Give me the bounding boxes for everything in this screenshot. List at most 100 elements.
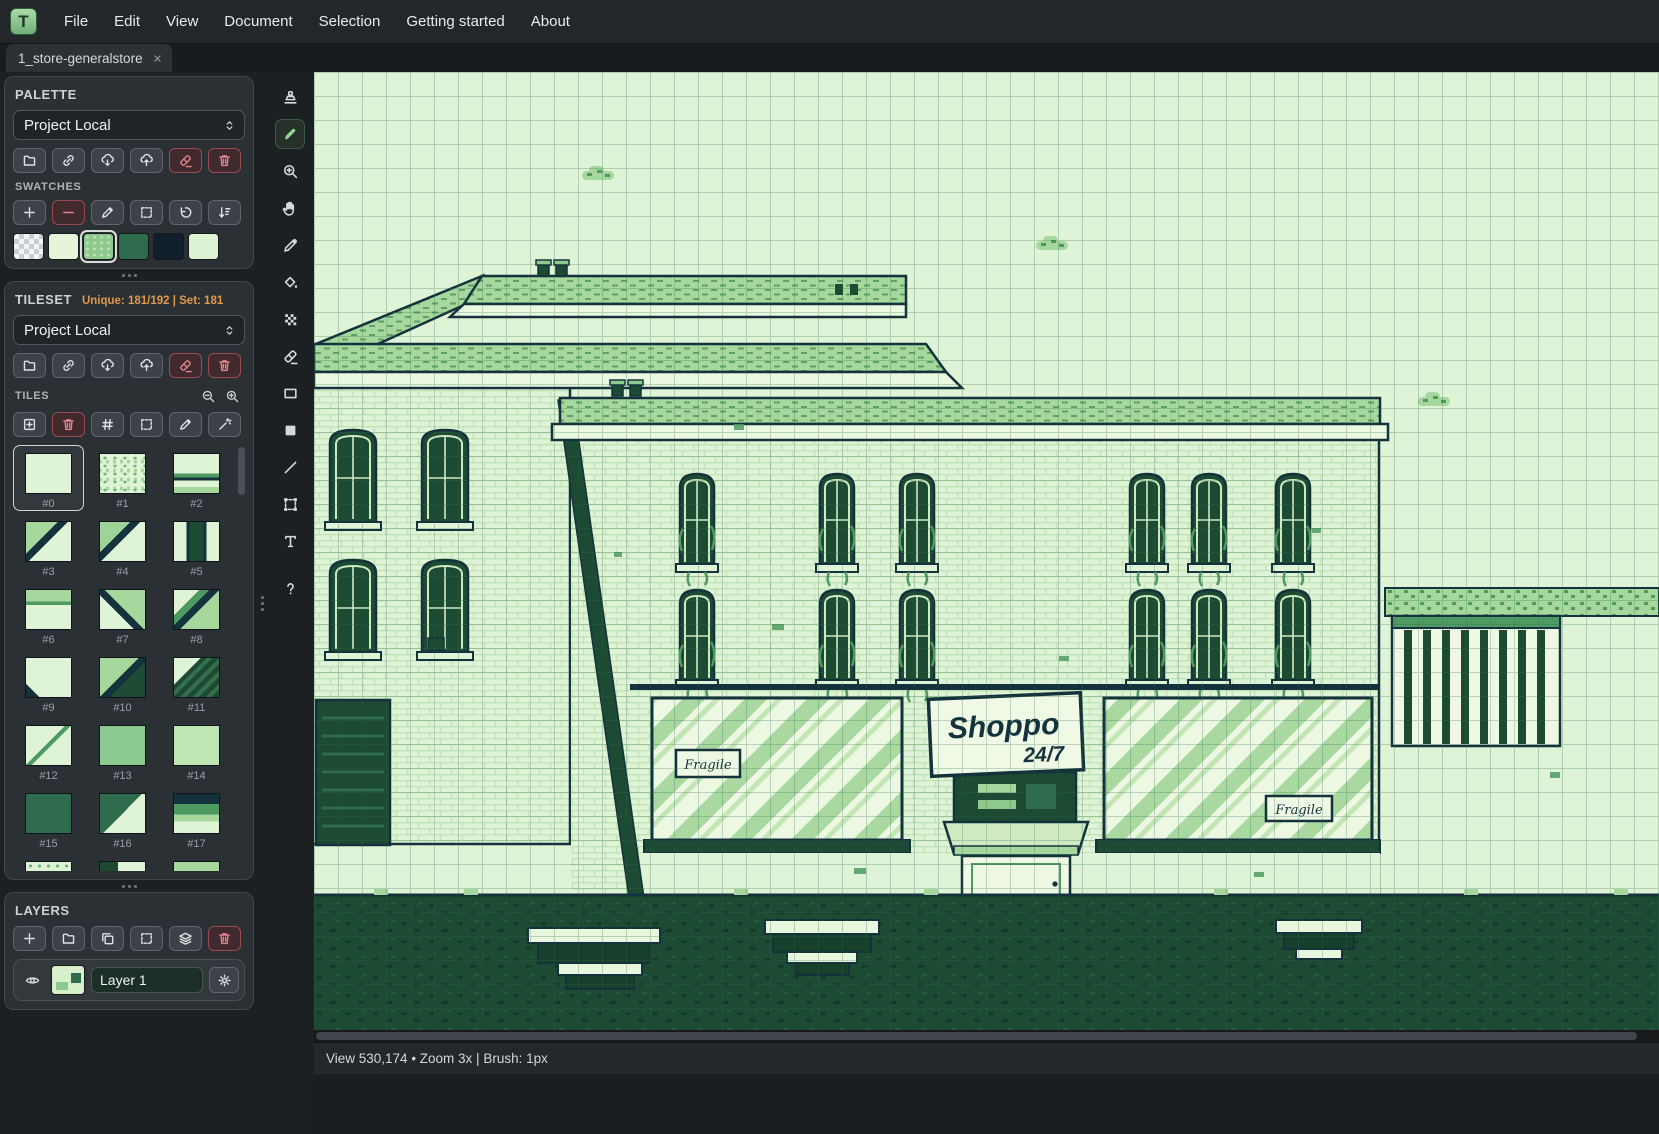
- pattern-tool[interactable]: [275, 304, 305, 334]
- tiles-marquee-button[interactable]: [130, 412, 163, 437]
- layers-folder-button[interactable]: [52, 926, 85, 951]
- tile-item[interactable]: #1: [87, 445, 158, 511]
- tileset-folder-button[interactable]: [13, 353, 46, 378]
- swatch-sort-button[interactable]: [208, 200, 241, 225]
- menu-getting-started[interactable]: Getting started: [393, 7, 517, 36]
- layer-name-input[interactable]: [91, 967, 203, 993]
- tab-document[interactable]: 1_store-generalstore: [6, 44, 172, 72]
- stamp-tool[interactable]: [275, 82, 305, 112]
- canvas[interactable]: Shoppo 24/7 Fragile Fragile: [314, 72, 1659, 1030]
- eyedropper-tool[interactable]: [275, 230, 305, 260]
- tile-item[interactable]: #15: [13, 785, 84, 851]
- tile-item[interactable]: #14: [161, 717, 232, 783]
- fill-tool[interactable]: [275, 267, 305, 297]
- tileset-link-button[interactable]: [52, 353, 85, 378]
- rectangle-tool[interactable]: [275, 378, 305, 408]
- tiles-hash-button[interactable]: [91, 412, 124, 437]
- tiles-pencil-button[interactable]: [169, 412, 202, 437]
- tiles-trash-button[interactable]: [52, 412, 85, 437]
- swatch-plus-button[interactable]: [13, 200, 46, 225]
- help-button[interactable]: [275, 573, 305, 603]
- sidebar-resize-handle[interactable]: [258, 72, 266, 1134]
- tile-item[interactable]: #16: [87, 785, 158, 851]
- layers-marquee-button[interactable]: [130, 926, 163, 951]
- tiles-wand-button[interactable]: [208, 412, 241, 437]
- tile-list-scrollbar-thumb[interactable]: [238, 447, 245, 495]
- transform-tool[interactable]: [275, 489, 305, 519]
- layers-trash-button[interactable]: [208, 926, 241, 951]
- swatch-pale-green[interactable]: [48, 233, 79, 260]
- panel-resize-handle[interactable]: [4, 269, 254, 281]
- filled-rect-tool[interactable]: [275, 415, 305, 445]
- menu-document[interactable]: Document: [211, 7, 305, 36]
- tiles-zoom-in-button[interactable]: [221, 386, 243, 406]
- menu-edit[interactable]: Edit: [101, 7, 153, 36]
- pan-tool[interactable]: [275, 193, 305, 223]
- panel-resize-handle[interactable]: [4, 880, 254, 892]
- brush-tool[interactable]: [275, 119, 305, 149]
- tile-item[interactable]: #2: [161, 445, 232, 511]
- line-tool[interactable]: [275, 452, 305, 482]
- eraser-tool[interactable]: [275, 341, 305, 371]
- tile-item[interactable]: #9: [13, 649, 84, 715]
- palette-source-select[interactable]: Project Local: [13, 110, 245, 140]
- tile-list-scrollbar[interactable]: [238, 447, 245, 867]
- swatch-mist-green[interactable]: [188, 233, 219, 260]
- palette-eraser-button[interactable]: [169, 148, 202, 173]
- zoom-tool[interactable]: [275, 156, 305, 186]
- tiles-zoom-out-button[interactable]: [197, 386, 219, 406]
- tile-item[interactable]: #4: [87, 513, 158, 579]
- layers-plus-button[interactable]: [13, 926, 46, 951]
- tile-item[interactable]: #5: [161, 513, 232, 579]
- layer-settings-button[interactable]: [209, 967, 239, 993]
- canvas-horizontal-scrollbar[interactable]: [314, 1030, 1659, 1042]
- tileset-cloud-up-button[interactable]: [130, 353, 163, 378]
- tileset-eraser-button[interactable]: [169, 353, 202, 378]
- layer-visibility-button[interactable]: [19, 968, 45, 992]
- tile-item[interactable]: #10: [87, 649, 158, 715]
- tile-item[interactable]: #19: [87, 853, 158, 871]
- palette-folder-button[interactable]: [13, 148, 46, 173]
- menu-view[interactable]: View: [153, 7, 211, 36]
- menu-about[interactable]: About: [518, 7, 583, 36]
- tiles-add-box-button[interactable]: [13, 412, 46, 437]
- swatch-minus-button[interactable]: [52, 200, 85, 225]
- tileset-trash-button[interactable]: [208, 353, 241, 378]
- tile-item[interactable]: #13: [87, 717, 158, 783]
- tile-item[interactable]: #0: [13, 445, 84, 511]
- swatch-undo-button[interactable]: [169, 200, 202, 225]
- tileset-source-select[interactable]: Project Local: [13, 315, 245, 345]
- swatch-transparent[interactable]: [13, 233, 44, 260]
- tile-label: #8: [190, 634, 203, 646]
- tile-item[interactable]: #3: [13, 513, 84, 579]
- tile-item[interactable]: #11: [161, 649, 232, 715]
- tile-item[interactable]: #17: [161, 785, 232, 851]
- layer-item[interactable]: [13, 959, 245, 1001]
- palette-cloud-down-button[interactable]: [91, 148, 124, 173]
- tile-item[interactable]: #8: [161, 581, 232, 647]
- swatch-ink-navy[interactable]: [153, 233, 184, 260]
- canvas-art[interactable]: Shoppo 24/7 Fragile Fragile: [314, 72, 1659, 1030]
- tile-item[interactable]: #18: [13, 853, 84, 871]
- swatch-marquee-button[interactable]: [130, 200, 163, 225]
- tile-item[interactable]: #12: [13, 717, 84, 783]
- tile-list[interactable]: #0 #1 #2 #3 #4 #5 #6 #7 #8 #9 #10 #11 #1…: [13, 445, 245, 871]
- tile-item[interactable]: #20: [161, 853, 232, 871]
- layers-stack-button[interactable]: [169, 926, 202, 951]
- swatch-deep-green[interactable]: [118, 233, 149, 260]
- tileset-cloud-down-button[interactable]: [91, 353, 124, 378]
- app-logo-icon[interactable]: T: [10, 8, 37, 35]
- palette-trash-button[interactable]: [208, 148, 241, 173]
- swatch-leaf-green[interactable]: [80, 230, 117, 263]
- menu-file[interactable]: File: [51, 7, 101, 36]
- swatch-pencil-button[interactable]: [91, 200, 124, 225]
- menu-selection[interactable]: Selection: [306, 7, 394, 36]
- palette-cloud-up-button[interactable]: [130, 148, 163, 173]
- close-icon[interactable]: [152, 53, 163, 64]
- text-tool[interactable]: [275, 526, 305, 556]
- tile-item[interactable]: #7: [87, 581, 158, 647]
- layers-copy-button[interactable]: [91, 926, 124, 951]
- palette-link-button[interactable]: [52, 148, 85, 173]
- tile-item[interactable]: #6: [13, 581, 84, 647]
- canvas-horizontal-scrollbar-thumb[interactable]: [316, 1032, 1637, 1040]
